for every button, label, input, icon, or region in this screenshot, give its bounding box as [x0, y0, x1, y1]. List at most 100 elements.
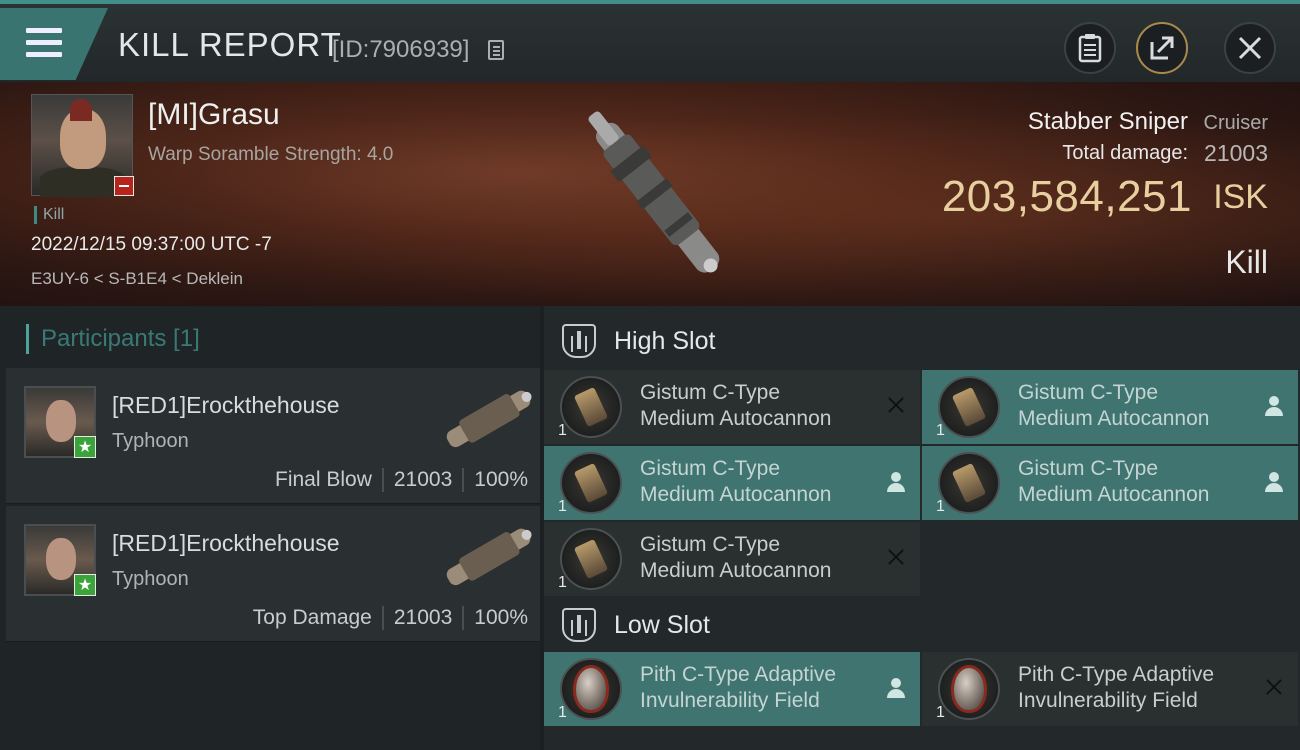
destroyed-icon — [884, 394, 908, 418]
participants-panel: Participants [1] ★ [RED1]Erockthehouse T… — [0, 306, 540, 750]
kill-banner: [MI]Grasu Warp Soramble Strength: 4.0 Ki… — [0, 82, 1300, 306]
share-icon — [1150, 36, 1174, 60]
module-quantity: 1 — [936, 498, 945, 515]
module-quantity: 1 — [558, 422, 567, 439]
module-name-line1: Gistum C-Type — [1018, 381, 1159, 404]
high-slot-header: High Slot — [544, 308, 1300, 374]
module-quantity: 1 — [558, 704, 567, 721]
shield-field-icon — [938, 658, 1000, 720]
dropped-icon — [884, 676, 908, 700]
close-button[interactable] — [1224, 22, 1276, 74]
participant-name: [RED1]Erockthehouse — [112, 392, 340, 418]
divider — [462, 606, 465, 630]
standing-negative-icon — [114, 176, 134, 196]
autocannon-icon — [938, 376, 1000, 438]
autocannon-icon — [560, 528, 622, 590]
victim-name[interactable]: [MI]Grasu — [148, 98, 280, 132]
module-name-line1: Pith C-Type Adaptive — [640, 663, 837, 686]
module-name: Pith C-Type Adaptive Invulnerability Fiel… — [1018, 662, 1258, 714]
top-bar: KILL REPORT [ID:7906939] — [0, 0, 1300, 82]
module-name: Gistum C-Type Medium Autocannon — [1018, 380, 1258, 432]
avatar-face — [46, 400, 76, 442]
module-name-line2: Medium Autocannon — [1018, 407, 1210, 430]
participant-stats: Top Damage 21003 100% — [253, 606, 528, 630]
module-item[interactable]: 1 Gistum C-Type Medium Autocannon — [922, 370, 1298, 444]
total-damage-value: 21003 — [1204, 140, 1268, 166]
module-name: Gistum C-Type Medium Autocannon — [640, 380, 880, 432]
module-name: Gistum C-Type Medium Autocannon — [1018, 456, 1258, 508]
clipboard-icon — [1078, 34, 1102, 63]
module-name-line1: Gistum C-Type — [640, 533, 781, 556]
module-name-line1: Pith C-Type Adaptive — [1018, 663, 1215, 686]
participant-avatar: ★ — [24, 524, 96, 596]
module-name: Gistum C-Type Medium Autocannon — [640, 456, 880, 508]
participant-percent: 100% — [474, 606, 528, 629]
autocannon-icon — [560, 452, 622, 514]
module-name-line2: Medium Autocannon — [640, 559, 832, 582]
dropped-icon — [1262, 394, 1286, 418]
victim-ship-name[interactable]: Stabber Sniper — [1028, 108, 1188, 136]
participant-name: [RED1]Erockthehouse — [112, 530, 340, 556]
participant-role: Top Damage — [252, 606, 372, 629]
report-id: [ID:7906939] — [332, 36, 470, 63]
portrait-hair — [70, 99, 92, 121]
destroyed-icon — [884, 546, 908, 570]
autocannon-icon — [560, 376, 622, 438]
module-quantity: 1 — [936, 704, 945, 721]
kill-tag: Kill — [34, 206, 64, 224]
fitting-panel: High Slot 1 Gistum C-Type Medium Autocann… — [544, 306, 1300, 750]
low-slot-header: Low Slot — [544, 592, 1300, 658]
module-quantity: 1 — [936, 422, 945, 439]
shield-field-icon — [560, 658, 622, 720]
kill-location[interactable]: E3UY-6 < S-B1E4 < Deklein — [31, 269, 243, 289]
participant-row[interactable]: ★ [RED1]Erockthehouse Typhoon Top Damage… — [6, 506, 540, 642]
star-icon: ★ — [74, 436, 96, 458]
participant-ship: Typhoon — [112, 430, 189, 452]
module-name-line2: Invulnerability Field — [640, 689, 820, 712]
module-name-line1: Gistum C-Type — [640, 381, 781, 404]
kill-datetime: 2022/12/15 09:37:00 UTC -7 — [31, 234, 272, 255]
close-icon — [1238, 36, 1262, 60]
page-title: KILL REPORT — [118, 26, 342, 63]
participant-ship: Typhoon — [112, 568, 189, 590]
avatar-face — [46, 538, 76, 580]
high-slot-icon — [562, 324, 596, 358]
module-item[interactable]: 1 Gistum C-Type Medium Autocannon — [922, 446, 1298, 520]
module-quantity: 1 — [558, 498, 567, 515]
module-name-line2: Medium Autocannon — [640, 407, 832, 430]
divider — [462, 468, 465, 492]
menu-button[interactable] — [0, 8, 108, 80]
module-name-line1: Gistum C-Type — [1018, 457, 1159, 480]
participant-role: Final Blow — [275, 468, 372, 491]
autocannon-icon — [938, 452, 1000, 514]
module-item[interactable]: 1 Gistum C-Type Medium Autocannon — [544, 446, 920, 520]
hamburger-icon — [26, 28, 62, 58]
share-button[interactable] — [1136, 22, 1188, 74]
victim-ship-class: Cruiser — [1203, 112, 1268, 134]
module-name-line2: Medium Autocannon — [1018, 483, 1210, 506]
module-name-line2: Medium Autocannon — [640, 483, 832, 506]
module-item[interactable]: 1 Gistum C-Type Medium Autocannon — [544, 522, 920, 596]
total-damage-label: Total damage: — [1062, 142, 1188, 164]
high-slot-label: High Slot — [614, 326, 716, 355]
module-item[interactable]: 1 Pith C-Type Adaptive Invulnerability Fi… — [922, 652, 1298, 726]
module-item[interactable]: 1 Pith C-Type Adaptive Invulnerability Fi… — [544, 652, 920, 726]
module-item[interactable]: 1 Gistum C-Type Medium Autocannon — [544, 370, 920, 444]
participant-avatar: ★ — [24, 386, 96, 458]
low-slot-label: Low Slot — [614, 610, 710, 639]
isk-value: 203,584,251 — [941, 172, 1192, 221]
participant-damage: 21003 — [393, 606, 453, 629]
participant-row[interactable]: ★ [RED1]Erockthehouse Typhoon Final Blow… — [6, 368, 540, 504]
clipboard-button[interactable] — [1064, 22, 1116, 74]
dropped-icon — [1262, 470, 1286, 494]
divider — [381, 606, 384, 630]
victim-ship-image — [588, 111, 720, 273]
participant-stats: Final Blow 21003 100% — [275, 468, 528, 492]
star-icon: ★ — [74, 574, 96, 596]
participants-header: Participants [1] — [26, 324, 200, 354]
participant-percent: 100% — [474, 468, 528, 491]
copy-icon[interactable] — [488, 40, 504, 60]
module-name-line1: Gistum C-Type — [640, 457, 781, 480]
participant-damage: 21003 — [393, 468, 453, 491]
destroyed-icon — [1262, 676, 1286, 700]
